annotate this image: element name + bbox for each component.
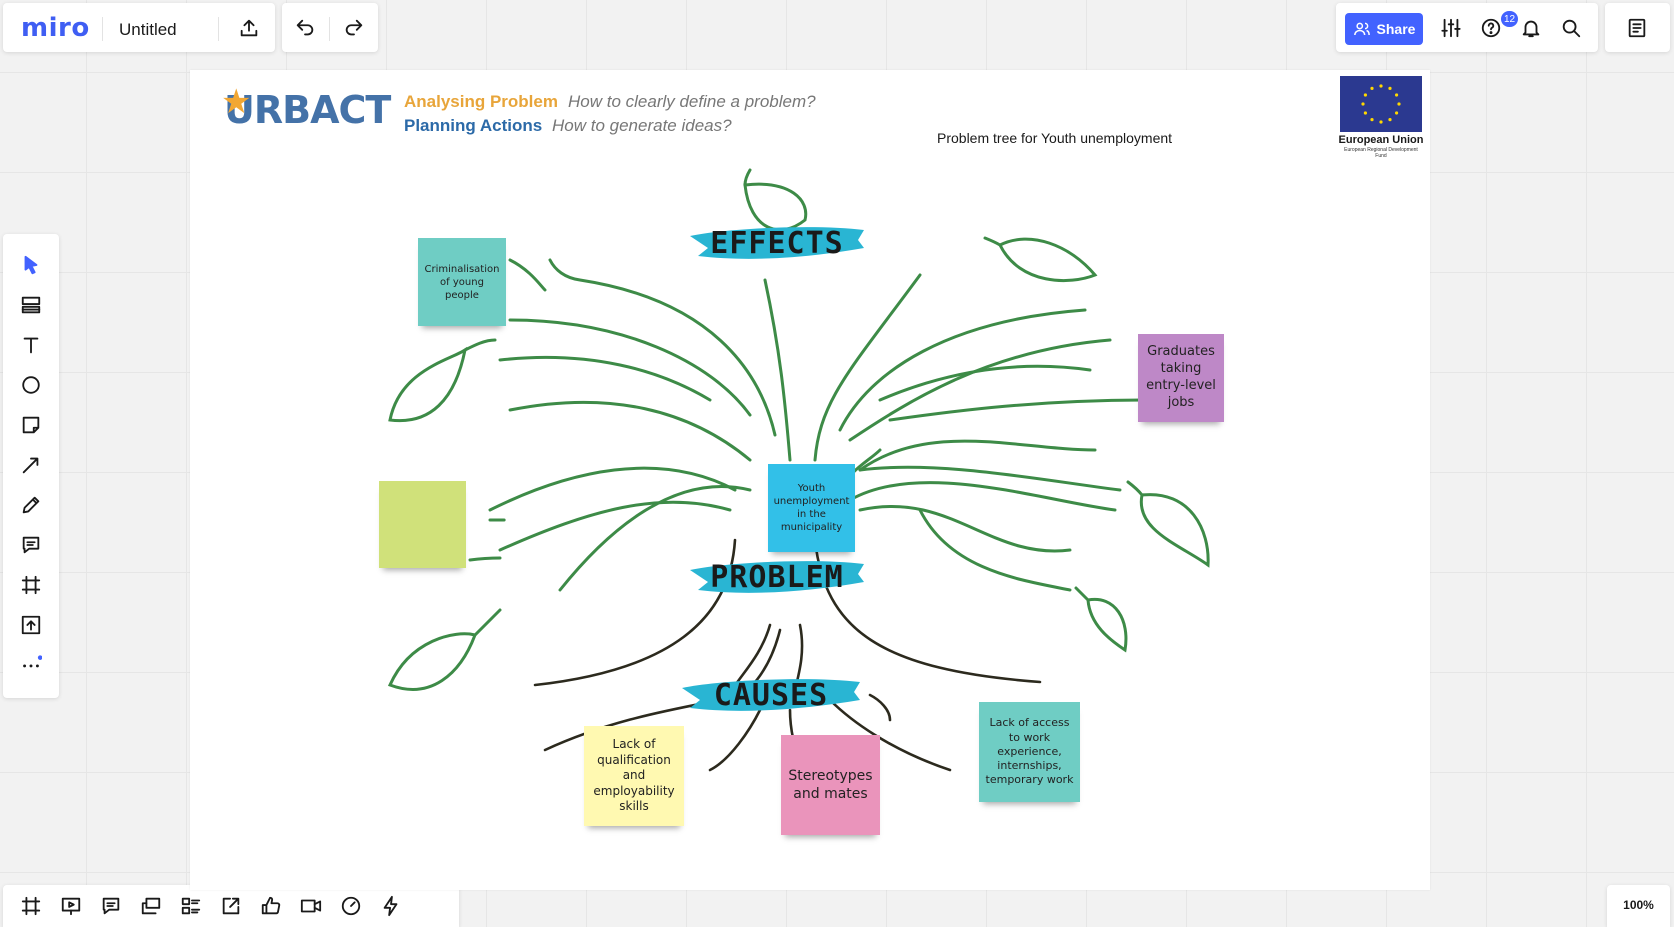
board-title[interactable]: Untitled [119,20,177,40]
connection-line-icon[interactable] [16,450,46,480]
comment-icon[interactable] [16,530,46,560]
sticky-note-lack-qualification[interactable]: Lack of qualification and employability … [584,726,684,826]
leaf-stem [508,258,547,292]
miro-logo[interactable]: miro [21,13,90,43]
sticky-note-criminalisation[interactable]: Criminalisation of young people [418,238,506,326]
leaf-stem [983,236,1002,247]
notes-panel [1605,3,1670,52]
leaf-stem [1074,586,1090,602]
undo-icon[interactable] [290,13,320,43]
sticky-note-empty[interactable] [379,481,466,568]
branch [498,500,732,552]
sticky-note-lack-access[interactable]: Lack of access to work experience, inter… [979,702,1080,802]
leaf [387,632,477,691]
problem-label: PROBLEM [710,560,844,595]
video-call-icon[interactable] [296,891,326,921]
collaboration-toolbar [3,885,459,927]
effects-banner[interactable]: EFFECTS [688,218,866,266]
leaf-stem [743,168,752,187]
templates-icon[interactable] [16,290,46,320]
pen-icon[interactable] [16,490,46,520]
upload-icon[interactable] [16,610,46,640]
settings-sliders-icon[interactable] [1436,13,1466,43]
leaf [1139,493,1210,568]
branch [813,273,922,462]
branch [763,278,792,462]
search-icon[interactable] [1556,13,1586,43]
voting-icon[interactable] [256,891,286,921]
effects-label: EFFECTS [710,226,844,261]
share-label: Share [1376,21,1416,37]
branch [888,398,1152,422]
leaf-stem [463,338,497,352]
causes-label: CAUSES [713,678,829,713]
root [868,693,892,722]
redo-icon[interactable] [339,13,369,43]
leaf-stem [1126,480,1144,497]
frame-icon[interactable] [16,570,46,600]
text-icon[interactable] [16,330,46,360]
divider [329,17,330,41]
branch [858,504,1072,553]
presentation-icon[interactable] [56,891,86,921]
leaf-stem [473,608,502,637]
problem-tree-frame[interactable]: ★ URBACT Analysing Problem How to clearl… [190,70,1430,890]
sticky-note-stereotypes[interactable]: Stereotypes and mates [781,735,880,835]
sticky-note-graduates[interactable]: Graduates taking entry-level jobs [1138,334,1224,422]
timer-icon[interactable] [336,891,366,921]
branch [848,338,1112,442]
problem-banner[interactable]: PROBLEM [688,552,866,600]
zoom-control[interactable]: 100% [1607,885,1670,927]
top-right-toolbar: Share 12 [1336,3,1598,52]
creation-toolbar [3,234,59,698]
comments-icon[interactable] [96,891,126,921]
branch [548,258,777,437]
top-left-toolbar: miro Untitled [3,3,275,52]
leaf [1086,597,1128,653]
upload-icon[interactable] [234,13,264,43]
leaf [388,346,468,423]
divider [102,17,103,41]
notes-icon[interactable] [1622,13,1652,43]
export-icon[interactable] [216,891,246,921]
undo-redo-toolbar [282,3,378,52]
divider [218,17,219,41]
card-icon[interactable] [176,891,206,921]
sticky-note-icon[interactable] [16,410,46,440]
shape-icon[interactable] [16,370,46,400]
branch [498,355,712,402]
share-button[interactable]: Share [1345,13,1423,45]
sticky-note-youth-unemployment[interactable]: Youth unemployment in the municipality [768,464,855,552]
users-icon [1353,22,1370,36]
branch [858,439,1097,472]
screen-sharing-icon[interactable] [136,891,166,921]
leaf [997,237,1098,283]
bell-icon[interactable] [1516,13,1546,43]
power-up-icon[interactable] [376,891,406,921]
frames-icon[interactable] [16,891,46,921]
zoom-level: 100% [1623,898,1654,912]
root [708,708,762,772]
causes-banner[interactable]: CAUSES [680,670,862,718]
whiteboard-canvas[interactable]: miro Untitled Share 12 100% ★ URBACT Ana… [0,0,1674,927]
branch [508,400,752,462]
select-arrow-icon[interactable] [16,250,46,280]
more-icon[interactable] [16,650,46,680]
branch [878,364,1092,402]
branch [468,556,502,562]
